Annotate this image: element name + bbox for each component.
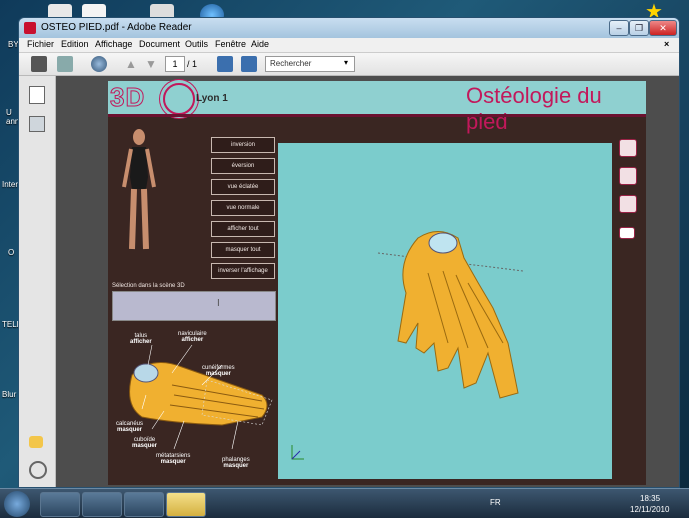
normal-view-button[interactable]: vue normale (211, 200, 275, 216)
page-title: Ostéologie du pied (466, 83, 602, 134)
show-all-button[interactable]: afficher tout (211, 221, 275, 237)
print-icon[interactable] (31, 56, 47, 72)
text-cursor-icon: I (217, 298, 220, 309)
navigation-pane (19, 76, 56, 487)
collaborate-icon[interactable] (91, 56, 107, 72)
diagram-label-cuboide[interactable]: cuboïde masquer (132, 437, 157, 449)
language-indicator[interactable]: FR (490, 498, 501, 507)
rotate-tool-icon[interactable] (619, 139, 637, 157)
desktop-icon-label[interactable]: O (8, 248, 14, 257)
fullscreen-icon[interactable] (619, 227, 635, 239)
attachments-icon[interactable] (29, 116, 45, 132)
page-number-input[interactable]: 1 (165, 56, 185, 72)
zoom-in-tool-icon[interactable] (619, 167, 637, 185)
next-page-icon[interactable]: ▼ (143, 56, 159, 72)
3d-viewport[interactable] (278, 143, 612, 479)
pdf-page: 3D Lyon 1 Ostéologie du pied inversion é… (108, 81, 646, 485)
logo-3d: 3D (109, 82, 146, 113)
share-icon[interactable] (57, 56, 73, 72)
adobe-reader-window: OSTEO PIED.pdf - Adobe Reader – ❐ ✕ Fich… (18, 17, 680, 488)
menu-affichage[interactable]: Affichage (95, 39, 132, 49)
diagram-label-cuneiformes[interactable]: cunéiformes masquer (202, 365, 235, 377)
menu-document[interactable]: Document (139, 39, 180, 49)
selection-field[interactable]: I (112, 291, 276, 321)
hide-all-button[interactable]: masquer tout (211, 242, 275, 258)
diagram-label-metatarsiens[interactable]: métatarsiens masquer (156, 453, 190, 465)
foot-3d-model[interactable] (278, 143, 612, 479)
selection-label: Sélection dans la scène 3D (112, 283, 185, 289)
lyon1-logo-icon (163, 83, 195, 115)
exploded-view-button[interactable]: vue éclatée (211, 179, 275, 195)
document-area: 3D Lyon 1 Ostéologie du pied inversion é… (56, 76, 679, 487)
inversion-button[interactable]: inversion (211, 137, 275, 153)
menu-outils[interactable]: Outils (185, 39, 208, 49)
magnifier-tool-icon[interactable] (619, 195, 637, 213)
comments-icon[interactable] (29, 436, 43, 448)
menu-fichier[interactable]: Fichier (27, 39, 54, 49)
header-divider (108, 114, 646, 117)
desktop-icon-label[interactable]: Blur (2, 390, 16, 399)
menu-edition[interactable]: Edition (61, 39, 89, 49)
start-button[interactable] (4, 491, 30, 517)
pdf-app-icon (24, 22, 36, 34)
paperclip-icon[interactable] (29, 461, 47, 479)
toolbar: ▲ ▼ 1 / 1 Rechercher ▾ (19, 53, 679, 76)
search-placeholder: Rechercher (270, 59, 312, 68)
desktop-icon-label[interactable]: Inter (2, 180, 18, 189)
diagram-label-calcaneus[interactable]: calcanéus masquer (116, 421, 143, 433)
taskbar: FR 18:35 12/11/2010 (0, 488, 689, 518)
page-header: 3D Lyon 1 Ostéologie du pied (108, 81, 646, 134)
fit-page-icon[interactable] (217, 56, 233, 72)
close-button[interactable]: ✕ (649, 20, 677, 36)
fit-width-icon[interactable] (241, 56, 257, 72)
maximize-button[interactable]: ❐ (629, 20, 649, 36)
title-bar[interactable]: OSTEO PIED.pdf - Adobe Reader – ❐ ✕ (19, 18, 679, 38)
window-title: OSTEO PIED.pdf - Adobe Reader (41, 22, 192, 33)
clock-date[interactable]: 12/11/2010 (630, 505, 669, 514)
diagram-label-naviculaire[interactable]: naviculaire afficher (178, 331, 207, 343)
diagram-label-phalanges[interactable]: phalanges masquer (222, 457, 250, 469)
page-total-label: / 1 (187, 59, 198, 69)
word-icon[interactable] (166, 492, 206, 517)
eversion-button[interactable]: éversion (211, 158, 275, 174)
internet-explorer-icon[interactable] (40, 492, 80, 517)
human-figure-icon (122, 129, 156, 250)
diagram-label-talus[interactable]: talus afficher (130, 333, 152, 345)
quicktime-icon[interactable] (124, 492, 164, 517)
clock-time[interactable]: 18:35 (640, 494, 660, 503)
close-document-icon[interactable]: × (664, 39, 669, 49)
invert-display-button[interactable]: inverser l'affichage (211, 263, 275, 279)
pages-panel-icon[interactable] (29, 86, 45, 104)
menu-aide[interactable]: Aide (251, 39, 269, 49)
search-field[interactable]: Rechercher ▾ (265, 56, 355, 72)
menu-bar: Fichier Edition Affichage Document Outil… (19, 38, 679, 53)
system-tray-icons[interactable] (512, 497, 608, 509)
previous-page-icon[interactable]: ▲ (123, 56, 139, 72)
menu-fenetre[interactable]: Fenêtre (215, 39, 246, 49)
adobe-reader-taskbar-icon[interactable] (82, 492, 122, 517)
logo-city: Lyon 1 (196, 93, 228, 104)
minimize-button[interactable]: – (609, 20, 629, 36)
chevron-down-icon[interactable]: ▾ (344, 58, 348, 67)
